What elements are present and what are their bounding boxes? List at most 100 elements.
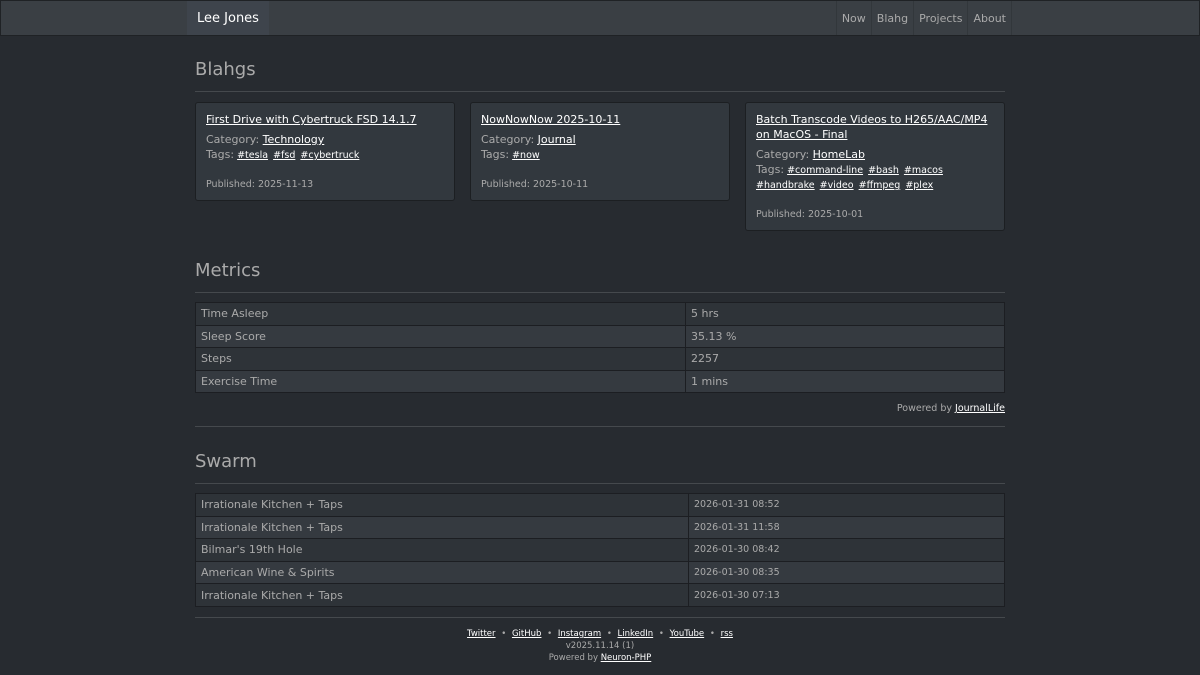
linkedin-link[interactable]: LinkedIn: [618, 629, 654, 639]
category-link[interactable]: Technology: [263, 133, 325, 146]
separator: •: [547, 629, 553, 639]
metric-label: Sleep Score: [195, 324, 686, 349]
category-link[interactable]: Journal: [538, 133, 576, 146]
footer-version: v2025.11.14 (1): [565, 641, 635, 651]
blog-card-published: Published: 2025-10-01: [756, 207, 994, 222]
footer-powered-by: Powered by Neuron-PHP: [195, 652, 1005, 664]
blog-card-category: Category: HomeLab: [756, 147, 994, 162]
nav-link-now[interactable]: Now: [835, 1, 871, 35]
divider: [195, 426, 1005, 427]
published-label: Published:: [481, 179, 530, 190]
metric-label: Time Asleep: [195, 302, 686, 326]
checkin-time: 2026-01-31 08:52: [688, 493, 1005, 517]
metric-value: 1 mins: [685, 369, 1005, 394]
blog-card-category: Category: Journal: [481, 132, 719, 147]
venue-name: Irrationale Kitchen + Taps: [195, 583, 689, 607]
tag-link[interactable]: #fsd: [273, 150, 295, 161]
divider: [195, 91, 1005, 92]
instagram-link[interactable]: Instagram: [558, 629, 601, 639]
blog-card: NowNowNow 2025-10-11 Category: Journal T…: [470, 102, 730, 201]
checkin-time: 2026-01-31 11:58: [688, 515, 1005, 540]
brand-link[interactable]: Lee Jones: [187, 1, 269, 35]
category-label: Category:: [481, 133, 535, 146]
tag-link[interactable]: #video: [820, 180, 854, 191]
blog-card-title[interactable]: Batch Transcode Videos to H265/AAC/MP4 o…: [756, 112, 994, 142]
category-link[interactable]: HomeLab: [813, 148, 865, 161]
divider: [195, 483, 1005, 484]
table-row: Exercise Time 1 mins: [195, 369, 1005, 394]
metrics-table: Time Asleep 5 hrs Sleep Score 35.13 % St…: [195, 302, 1005, 394]
table-row: American Wine & Spirits 2026-01-30 08:35: [195, 560, 1005, 585]
metric-label: Steps: [195, 347, 686, 371]
nav-links: Now Blahg Projects About: [835, 1, 1012, 35]
metric-label: Exercise Time: [195, 369, 686, 394]
venue-name: Irrationale Kitchen + Taps: [195, 493, 689, 517]
tags-label: Tags:: [756, 163, 785, 176]
table-row: Steps 2257: [195, 347, 1005, 371]
tag-link[interactable]: #tesla: [237, 150, 268, 161]
divider: [195, 292, 1005, 293]
tags-label: Tags:: [206, 148, 235, 161]
journallife-link[interactable]: JournalLife: [955, 403, 1005, 414]
nav-link-about[interactable]: About: [967, 1, 1012, 35]
tag-link[interactable]: #handbrake: [756, 180, 815, 191]
blog-card-title[interactable]: First Drive with Cybertruck FSD 14.1.7: [206, 112, 444, 127]
powered-prefix: Powered by: [548, 653, 598, 663]
published-date: 2025-10-11: [532, 179, 589, 190]
blog-card-title[interactable]: NowNowNow 2025-10-11: [481, 112, 719, 127]
separator: •: [658, 629, 664, 639]
blog-card-published: Published: 2025-11-13: [206, 177, 444, 192]
separator: •: [501, 629, 507, 639]
metrics-powered-by: Powered by JournalLife: [897, 403, 1005, 414]
table-row: Irrationale Kitchen + Taps 2026-01-30 07…: [195, 583, 1005, 607]
category-label: Category:: [756, 148, 810, 161]
blahgs-heading: Blahgs: [195, 59, 256, 80]
checkin-time: 2026-01-30 08:35: [688, 560, 1005, 585]
navbar: Lee Jones Now Blahg Projects About: [0, 0, 1200, 36]
metrics-heading: Metrics: [195, 260, 261, 281]
tag-link[interactable]: #macos: [904, 165, 943, 176]
metric-value: 35.13 %: [685, 324, 1005, 349]
blog-card-category: Category: Technology: [206, 132, 444, 147]
swarm-heading: Swarm: [195, 451, 257, 472]
blog-card: First Drive with Cybertruck FSD 14.1.7 C…: [195, 102, 455, 201]
tag-link[interactable]: #command-line: [787, 165, 863, 176]
tag-link[interactable]: #plex: [905, 180, 933, 191]
category-label: Category:: [206, 133, 260, 146]
tag-link[interactable]: #now: [512, 150, 540, 161]
published-label: Published:: [206, 179, 255, 190]
table-row: Bilmar's 19th Hole 2026-01-30 08:42: [195, 538, 1005, 562]
blog-card-tags: Tags: #command-line #bash #macos #handbr…: [756, 162, 994, 193]
tag-link[interactable]: #ffmpeg: [859, 180, 901, 191]
venue-name: Irrationale Kitchen + Taps: [195, 515, 689, 540]
nav-link-projects[interactable]: Projects: [913, 1, 967, 35]
venue-name: American Wine & Spirits: [195, 560, 689, 585]
powered-prefix: Powered by: [896, 403, 952, 414]
rss-link[interactable]: rss: [721, 629, 733, 639]
separator: •: [709, 629, 715, 639]
blog-card: Batch Transcode Videos to H265/AAC/MP4 o…: [745, 102, 1005, 231]
checkin-time: 2026-01-30 07:13: [688, 583, 1005, 607]
neuron-php-link[interactable]: Neuron-PHP: [601, 653, 652, 663]
nav-link-blahg[interactable]: Blahg: [870, 1, 913, 35]
published-label: Published:: [756, 209, 805, 220]
tags-label: Tags:: [481, 148, 510, 161]
twitter-link[interactable]: Twitter: [467, 629, 496, 639]
github-link[interactable]: GitHub: [512, 629, 541, 639]
metric-value: 5 hrs: [685, 302, 1005, 326]
footer-links: Twitter • GitHub • Instagram • LinkedIn …: [195, 628, 1005, 640]
checkin-time: 2026-01-30 08:42: [688, 538, 1005, 562]
youtube-link[interactable]: YouTube: [670, 629, 705, 639]
table-row: Irrationale Kitchen + Taps 2026-01-31 08…: [195, 493, 1005, 517]
blog-card-tags: Tags: #now: [481, 147, 719, 163]
swarm-table: Irrationale Kitchen + Taps 2026-01-31 08…: [195, 493, 1005, 607]
table-row: Sleep Score 35.13 %: [195, 324, 1005, 349]
tag-link[interactable]: #bash: [868, 165, 899, 176]
metric-value: 2257: [685, 347, 1005, 371]
blog-card-tags: Tags: #tesla #fsd #cybertruck: [206, 147, 444, 163]
table-row: Irrationale Kitchen + Taps 2026-01-31 11…: [195, 515, 1005, 540]
table-row: Time Asleep 5 hrs: [195, 302, 1005, 326]
divider: [195, 617, 1005, 618]
blog-card-published: Published: 2025-10-11: [481, 177, 719, 192]
tag-link[interactable]: #cybertruck: [300, 150, 359, 161]
